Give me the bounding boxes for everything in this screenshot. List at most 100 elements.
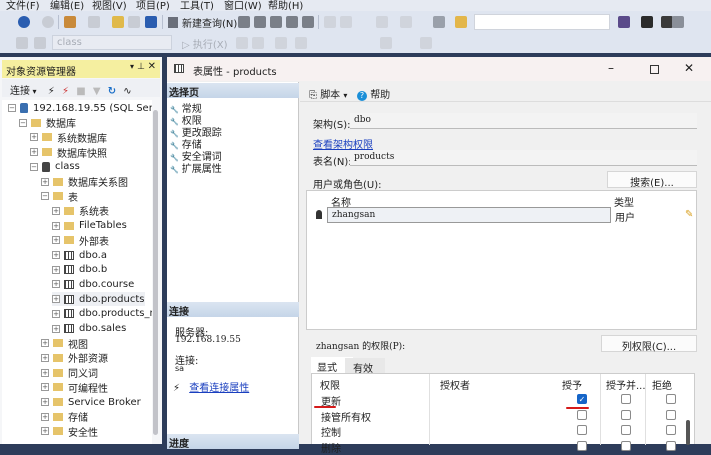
add-item-icon[interactable] [88, 16, 100, 28]
copy-icon[interactable] [340, 16, 352, 28]
tree-node[interactable]: + dbo.b [52, 263, 107, 277]
tree-node[interactable]: + FileTables [52, 219, 127, 233]
properties-wrench-icon[interactable] [641, 16, 653, 28]
disconnect-icon[interactable] [34, 37, 46, 49]
menu-help[interactable]: 帮助(H) [268, 0, 303, 11]
tree-node[interactable]: − 数据库 [19, 116, 76, 130]
edit-icon[interactable]: ✎ [685, 209, 693, 220]
search-button[interactable]: 搜索(E)... [607, 171, 697, 189]
menu-file[interactable]: 文件(F) [6, 0, 40, 11]
tree-node[interactable]: + 视图 [41, 336, 88, 351]
expand-icon[interactable]: + [30, 133, 38, 142]
deny-checkbox[interactable] [666, 409, 676, 420]
expand-icon[interactable]: + [41, 353, 49, 362]
tree-node[interactable]: + dbo.a [52, 248, 107, 262]
new-project-icon[interactable] [64, 16, 76, 28]
db-engine-query-icon[interactable] [238, 16, 250, 28]
parse-icon[interactable] [252, 37, 264, 49]
tree-scrollbar[interactable] [153, 110, 158, 435]
expand-icon[interactable]: + [41, 427, 49, 436]
save-all-icon[interactable] [145, 16, 157, 28]
minimize-button[interactable]: – [608, 61, 614, 75]
with-grant-checkbox[interactable] [621, 440, 631, 451]
expand-icon[interactable]: + [41, 383, 49, 392]
tree-node[interactable]: + 外部表 [52, 233, 109, 248]
tree-node[interactable]: − 192.168.19.55 (SQL Server [8, 101, 152, 115]
collapse-icon[interactable]: − [19, 118, 27, 127]
maximize-button[interactable] [650, 65, 659, 74]
expand-icon[interactable]: + [41, 177, 49, 186]
tree-node[interactable]: + 数据库关系图 [41, 175, 128, 189]
with-grant-checkbox[interactable] [621, 425, 631, 435]
tree-node[interactable]: − class [30, 160, 80, 174]
expand-icon[interactable]: + [52, 206, 60, 215]
deny-checkbox[interactable] [666, 425, 676, 435]
tree-node[interactable]: + dbo.sales [52, 322, 126, 336]
solution-explorer-icon[interactable] [618, 16, 630, 28]
collapse-icon[interactable]: − [30, 162, 38, 171]
dmx-query-icon[interactable] [270, 16, 282, 28]
dialog-close-button[interactable]: ✕ [684, 61, 694, 75]
permissions-scrollbar[interactable] [686, 420, 690, 445]
dax-query-icon[interactable] [302, 16, 314, 28]
expand-icon[interactable]: + [52, 236, 60, 245]
expand-icon[interactable]: + [52, 221, 60, 230]
user-row[interactable]: zhangsan 用户 ✎ [307, 207, 696, 224]
stop-icon[interactable] [236, 37, 248, 49]
expand-icon[interactable]: + [52, 324, 60, 333]
expand-icon[interactable]: + [52, 265, 60, 274]
grant-checkbox[interactable] [577, 425, 587, 435]
cut-icon[interactable] [324, 16, 336, 28]
tree-node[interactable]: + 系统数据库 [30, 130, 107, 145]
menu-tools[interactable]: 工具(T) [180, 0, 214, 11]
collapse-icon[interactable]: − [41, 192, 49, 201]
column-permissions-button[interactable]: 列权限(C)... [601, 335, 697, 353]
undo-icon[interactable] [376, 16, 388, 28]
execute-button[interactable]: ▷ 执行(X) [182, 36, 228, 51]
grant-checkbox[interactable] [577, 409, 587, 420]
script-button[interactable]: ⎘ 脚本 ▾ [309, 86, 347, 101]
filter-icon[interactable]: ▼ [93, 86, 101, 97]
xmla-query-icon[interactable] [286, 16, 298, 28]
grant-checkbox[interactable] [577, 440, 587, 451]
connect-button[interactable]: 连接 [10, 86, 30, 97]
activity-icon[interactable]: ∿ [123, 86, 131, 97]
tree-node[interactable]: + 系统表 [52, 204, 109, 218]
comment-icon[interactable] [380, 37, 392, 49]
expand-icon[interactable]: + [41, 398, 49, 406]
expand-icon[interactable]: + [52, 309, 60, 318]
view-schema-permissions-link[interactable]: 查看架构权限 [313, 136, 373, 151]
redo-icon[interactable] [400, 16, 412, 28]
refresh-icon[interactable]: ↻ [108, 86, 116, 97]
view-connection-properties[interactable]: ⚡ 查看连接属性 [173, 379, 249, 394]
expand-icon[interactable]: + [52, 251, 60, 259]
terminal-icon[interactable] [672, 16, 684, 28]
expand-icon[interactable]: + [30, 148, 38, 157]
menu-edit[interactable]: 编辑(E) [50, 0, 84, 11]
indent-icon[interactable] [420, 37, 432, 49]
expand-icon[interactable]: + [41, 412, 49, 421]
forward-icon[interactable] [42, 16, 54, 28]
menu-project[interactable]: 项目(P) [136, 0, 170, 11]
with-grant-checkbox[interactable] [621, 409, 631, 420]
deny-checkbox[interactable] [666, 394, 676, 404]
results-grid-icon[interactable] [295, 37, 307, 49]
expand-icon[interactable]: + [41, 368, 49, 377]
connect-icon[interactable] [16, 37, 28, 49]
plug-icon[interactable]: ⚡ [48, 86, 55, 97]
database-select[interactable]: class [52, 35, 172, 50]
disconnect-icon[interactable]: ⚡ [62, 86, 69, 97]
with-grant-checkbox[interactable] [621, 394, 631, 404]
tree-node[interactable]: + 同义词 [41, 366, 98, 380]
view-connection-link[interactable]: 查看连接属性 [189, 383, 249, 394]
new-query-button[interactable]: 新建查询(N) [168, 15, 237, 30]
help-button[interactable]: ? 帮助 [357, 86, 390, 101]
tree-node[interactable]: + 安全性 [41, 424, 98, 439]
close-icon[interactable]: ✕ [148, 61, 156, 72]
tab-effective[interactable]: 有效 [345, 358, 385, 375]
tree-node[interactable]: − 表 [41, 189, 78, 204]
expand-icon[interactable]: + [41, 339, 49, 348]
page-item[interactable]: 🔧 扩展属性 [170, 160, 222, 175]
tree-node[interactable]: + dbo.products_ne [52, 307, 152, 321]
tree-node[interactable]: + 数据库快照 [30, 145, 107, 160]
